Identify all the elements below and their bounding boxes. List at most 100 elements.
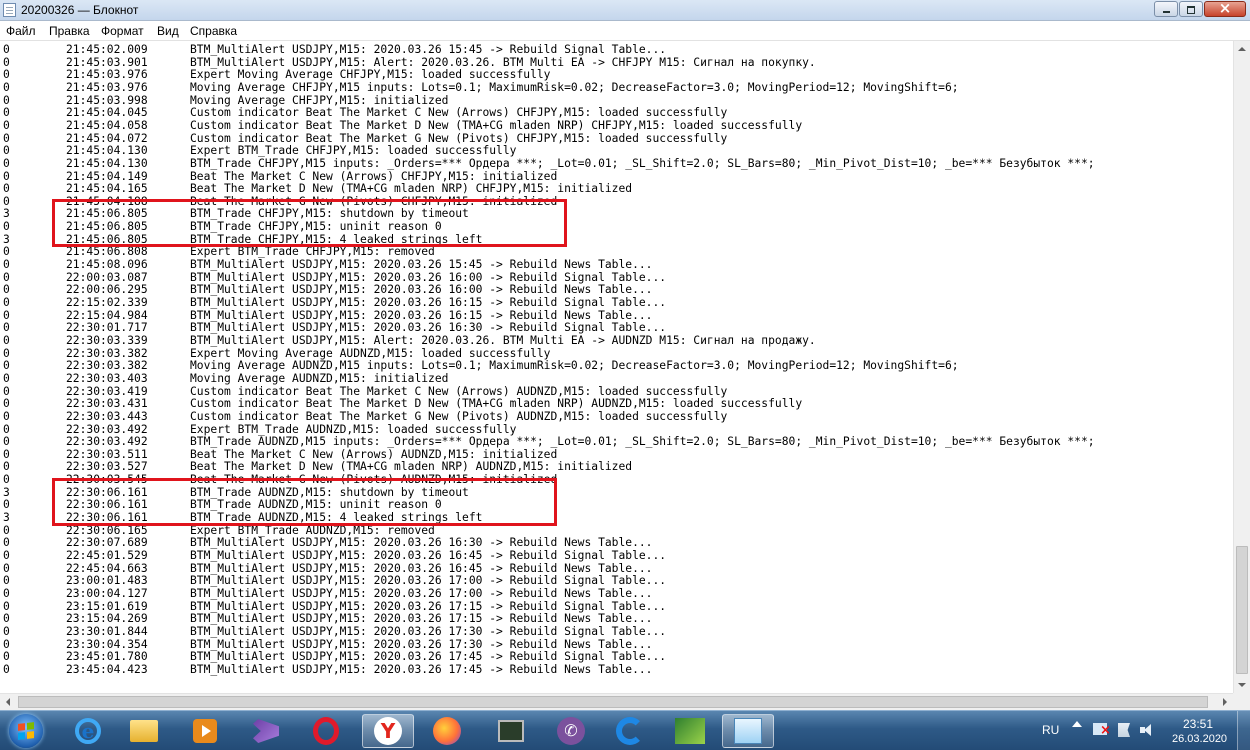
scroll-up-icon[interactable] bbox=[1234, 41, 1250, 58]
log-level: 0 bbox=[3, 182, 10, 196]
minimize-button[interactable] bbox=[1154, 1, 1178, 17]
scroll-right-icon[interactable] bbox=[1216, 694, 1233, 710]
log-level: 0 bbox=[3, 346, 10, 360]
log-message: Moving Average AUDNZD,M15: initialized bbox=[190, 371, 449, 385]
log-level: 0 bbox=[3, 245, 10, 259]
taskbar-explorer[interactable] bbox=[118, 714, 170, 748]
horizontal-scroll-thumb[interactable] bbox=[18, 696, 1208, 708]
taskbar-g-app[interactable] bbox=[604, 714, 656, 748]
menu-view[interactable]: Вид bbox=[157, 24, 179, 38]
viber-icon: ✆ bbox=[557, 717, 585, 745]
window-controls bbox=[1153, 1, 1246, 18]
log-message: Moving Average CHFJPY,M15 inputs: Lots=0… bbox=[190, 80, 959, 94]
menu-file[interactable]: Файл bbox=[6, 24, 36, 38]
taskbar-vs[interactable] bbox=[240, 714, 292, 748]
log-time: 22:30:03.382 bbox=[66, 346, 148, 360]
log-level: 0 bbox=[3, 258, 10, 272]
horizontal-scrollbar[interactable] bbox=[0, 693, 1233, 710]
log-level: 0 bbox=[3, 460, 10, 474]
taskbar-viber[interactable]: ✆ bbox=[545, 714, 597, 748]
log-level: 0 bbox=[3, 93, 10, 107]
menu-edit[interactable]: Правка bbox=[49, 24, 90, 38]
g-app-icon bbox=[616, 717, 644, 745]
log-level: 0 bbox=[3, 422, 10, 436]
title-bar[interactable]: 20200326 — Блокнот bbox=[0, 0, 1250, 21]
action-center-flag-icon[interactable] bbox=[1118, 723, 1130, 737]
log-message: BTM_MultiAlert USDJPY,M15: 2020.03.26 16… bbox=[190, 296, 667, 309]
notepad-app-icon[interactable] bbox=[3, 3, 16, 17]
volume-icon[interactable] bbox=[1140, 724, 1154, 736]
highlight-box-audnzd bbox=[52, 477, 557, 526]
log-level: 0 bbox=[3, 561, 10, 575]
log-time: 21:45:04.130 bbox=[66, 156, 148, 170]
tray-chevron-icon[interactable] bbox=[1072, 721, 1082, 727]
visual-studio-icon bbox=[253, 719, 279, 743]
log-level: 0 bbox=[3, 473, 10, 487]
log-level: 0 bbox=[3, 624, 10, 638]
log-time: 22:30:03.492 bbox=[66, 435, 148, 449]
scrollbar-corner bbox=[1233, 693, 1250, 710]
metatrader-icon bbox=[675, 718, 705, 744]
maximize-button[interactable] bbox=[1179, 1, 1203, 17]
log-level: 0 bbox=[3, 55, 10, 69]
log-time: 21:45:08.096 bbox=[66, 258, 148, 272]
log-time: 22:30:03.443 bbox=[66, 409, 148, 423]
log-level: 0 bbox=[3, 270, 10, 284]
log-message: Custom indicator Beat The Market G New (… bbox=[190, 131, 728, 145]
log-time: 23:45:01.780 bbox=[66, 650, 148, 664]
taskbar-metatrader[interactable] bbox=[664, 714, 716, 748]
log-time: 21:45:02.009 bbox=[66, 43, 148, 56]
menu-help[interactable]: Справка bbox=[190, 24, 237, 38]
log-level: 3 bbox=[3, 511, 10, 525]
log-message: BTM_MultiAlert USDJPY,M15: 2020.03.26 17… bbox=[190, 650, 667, 664]
log-message: BTM_MultiAlert USDJPY,M15: 2020.03.26 16… bbox=[190, 270, 667, 284]
log-message: BTM_MultiAlert USDJPY,M15: 2020.03.26 16… bbox=[190, 283, 653, 297]
log-message: Custom indicator Beat The Market D New (… bbox=[190, 118, 803, 132]
log-message: BTM_MultiAlert USDJPY,M15: 2020.03.26 16… bbox=[190, 321, 667, 335]
taskbar-firefox[interactable] bbox=[421, 714, 473, 748]
taskbar-ie[interactable]: e bbox=[62, 714, 114, 748]
taskbar-yandex[interactable]: Y bbox=[362, 714, 414, 748]
log-level: 0 bbox=[3, 397, 10, 411]
clock-time[interactable]: 23:51 bbox=[1183, 717, 1213, 731]
text-editor[interactable]: 0 23:45:04.423 BTM_MultiAlert USDJPY,M15: … bbox=[0, 41, 1233, 693]
log-message: BTM_MultiAlert USDJPY,M15: 2020.03.26 16… bbox=[190, 536, 653, 550]
clock-date[interactable]: 26.03.2020 bbox=[1172, 733, 1227, 745]
log-time: 22:45:01.529 bbox=[66, 549, 148, 562]
taskbar-task-manager[interactable] bbox=[485, 714, 537, 748]
log-time: 21:45:06.808 bbox=[66, 245, 148, 259]
log-level: 0 bbox=[3, 384, 10, 398]
log-message: BTM_MultiAlert USDJPY,M15: 2020.03.26 17… bbox=[190, 586, 653, 600]
log-time: 22:30:03.419 bbox=[66, 384, 148, 398]
log-message: Custom indicator Beat The Market G New (… bbox=[190, 409, 728, 423]
log-level: 0 bbox=[3, 333, 10, 347]
log-level: 0 bbox=[3, 637, 10, 651]
log-time: 22:30:03.403 bbox=[66, 371, 148, 385]
network-icon[interactable] bbox=[1093, 723, 1111, 737]
show-desktop-button[interactable] bbox=[1237, 711, 1250, 750]
scroll-down-icon[interactable] bbox=[1234, 676, 1250, 693]
close-button[interactable] bbox=[1204, 1, 1246, 17]
taskbar: e Y ✆ RU 23:51 26.03.2020 bbox=[0, 710, 1250, 750]
taskbar-opera[interactable] bbox=[300, 714, 352, 748]
vertical-scroll-thumb[interactable] bbox=[1236, 546, 1248, 674]
vertical-scrollbar[interactable] bbox=[1233, 41, 1250, 693]
log-level: 0 bbox=[3, 144, 10, 158]
log-level: 0 bbox=[3, 409, 10, 423]
log-level: 0 bbox=[3, 599, 10, 613]
log-level: 0 bbox=[3, 371, 10, 385]
log-level: 0 bbox=[3, 359, 10, 373]
taskbar-media[interactable] bbox=[179, 714, 231, 748]
window-title: 20200326 — Блокнот bbox=[21, 3, 139, 17]
scroll-left-icon[interactable] bbox=[0, 694, 17, 710]
taskbar-notepad[interactable] bbox=[722, 714, 774, 748]
log-message: Beat The Market C New (Arrows) CHFJPY,M1… bbox=[190, 169, 558, 183]
log-level: 0 bbox=[3, 131, 10, 145]
menu-format[interactable]: Формат bbox=[101, 24, 144, 38]
log-message: Beat The Market C New (Arrows) AUDNZD,M1… bbox=[190, 447, 558, 461]
log-level: 0 bbox=[3, 523, 10, 537]
start-orb-icon[interactable] bbox=[9, 714, 43, 748]
language-indicator[interactable]: RU bbox=[1042, 723, 1059, 737]
log-level: 0 bbox=[3, 169, 10, 183]
log-message: BTM_Trade CHFJPY,M15 inputs: _Orders=***… bbox=[190, 156, 1095, 170]
